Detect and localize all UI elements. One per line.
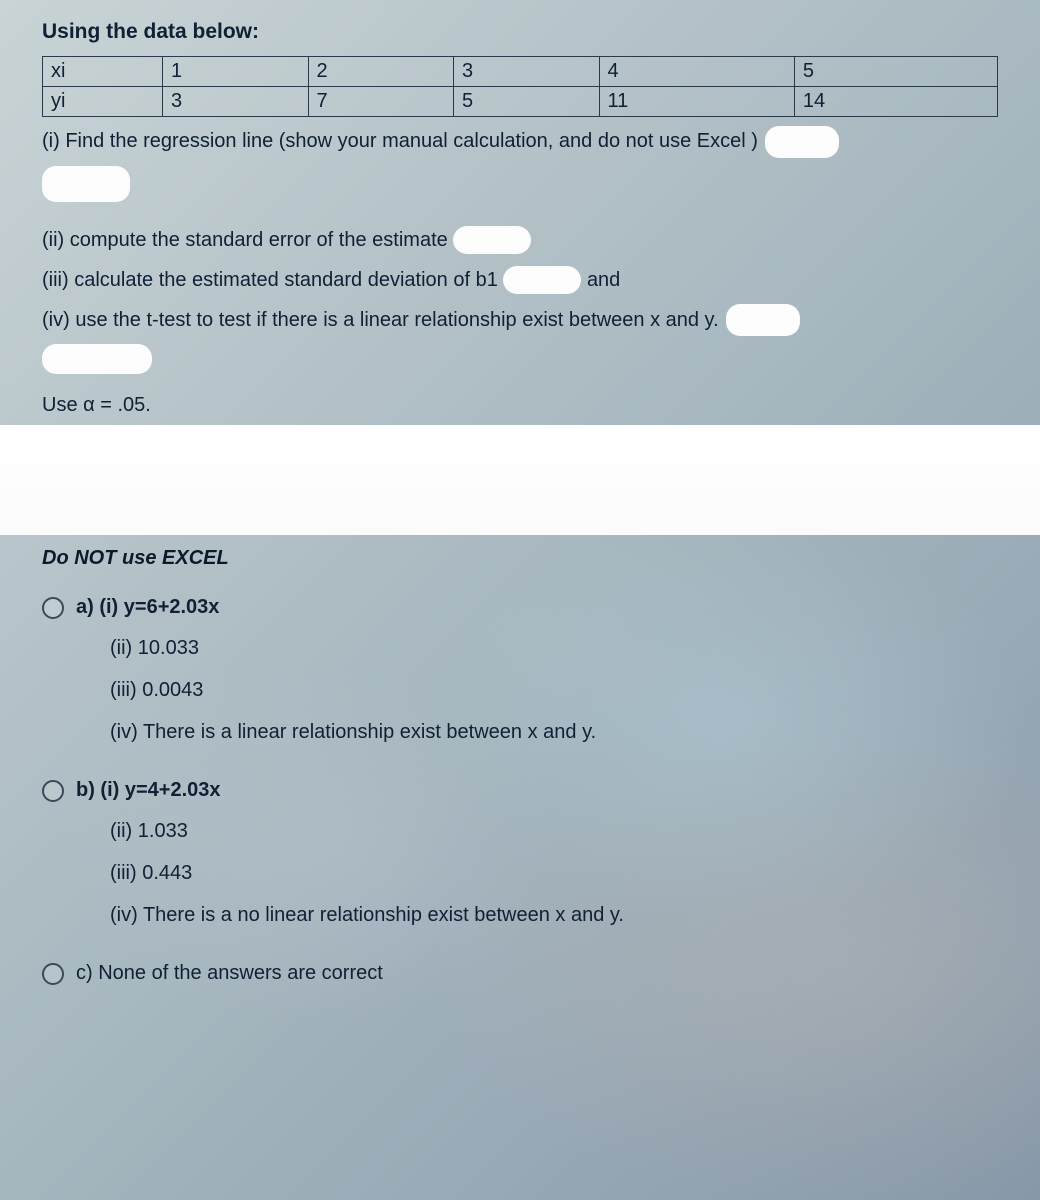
prompt-i: (i) Find the regression line (show your … (42, 125, 998, 158)
redaction-icon (765, 126, 839, 158)
row-label: xi (43, 57, 163, 87)
prompt-iv-text: (iv) use the t-test to test if there is … (42, 309, 719, 331)
row-label: yi (43, 87, 163, 117)
option-b: b) (i) y=4+2.03x (ii) 1.033 (iii) 0.443 … (42, 779, 998, 934)
redaction-icon (42, 344, 152, 374)
prompt-iii: (iii) calculate the estimated standard d… (42, 264, 998, 296)
option-a-ii: (ii) 10.033 (110, 629, 998, 667)
prompt-iii-text-b: and (587, 269, 620, 291)
prompt-ii-text: (ii) compute the standard error of the e… (42, 229, 448, 251)
option-b-ii: (ii) 1.033 (110, 812, 998, 850)
blank-region (0, 425, 1040, 535)
option-b-label: b) (i) y=4+2.03x (76, 779, 221, 802)
option-b-sub: (ii) 1.033 (iii) 0.443 (iv) There is a n… (110, 812, 998, 934)
alpha-text: Use α = .05. (42, 394, 998, 417)
cell: 7 (308, 87, 454, 117)
cell: 5 (794, 57, 997, 87)
prompt-iv: (iv) use the t-test to test if there is … (42, 304, 998, 337)
cell: 3 (163, 87, 309, 117)
prompt-iii-text-a: (iii) calculate the estimated standard d… (42, 269, 498, 291)
cell: 11 (599, 87, 794, 117)
cell: 2 (308, 57, 454, 87)
cell: 3 (454, 57, 600, 87)
data-table: xi 1 2 3 4 5 yi 3 7 5 11 14 (42, 56, 998, 117)
option-c: c) None of the answers are correct (42, 962, 998, 985)
cell: 1 (163, 57, 309, 87)
option-a-label: a) (i) y=6+2.03x (76, 596, 219, 619)
option-a-iii: (iii) 0.0043 (110, 671, 998, 709)
cell: 14 (794, 87, 997, 117)
cell: 5 (454, 87, 600, 117)
radio-a[interactable] (42, 597, 64, 619)
redaction-icon (42, 166, 130, 202)
prompt-ii: (ii) compute the standard error of the e… (42, 224, 998, 256)
table-row: yi 3 7 5 11 14 (43, 87, 998, 117)
cell: 4 (599, 57, 794, 87)
option-a-sub: (ii) 10.033 (iii) 0.0043 (iv) There is a… (110, 629, 998, 751)
option-b-iii: (iii) 0.443 (110, 854, 998, 892)
radio-b[interactable] (42, 780, 64, 802)
no-excel-text: Do NOT use EXCEL (42, 547, 998, 570)
option-a: a) (i) y=6+2.03x (ii) 10.033 (iii) 0.004… (42, 596, 998, 751)
intro-text: Using the data below: (42, 20, 998, 44)
option-a-iv: (iv) There is a linear relationship exis… (110, 713, 998, 751)
prompt-i-text: (i) Find the regression line (show your … (42, 130, 758, 152)
radio-c[interactable] (42, 963, 64, 985)
redaction-icon (726, 304, 800, 336)
redaction-icon (503, 266, 581, 294)
option-c-label: c) None of the answers are correct (76, 962, 383, 985)
question-page: Using the data below: xi 1 2 3 4 5 yi 3 … (0, 0, 1040, 1015)
redaction-icon (453, 226, 531, 254)
option-a-head: a) (i) y=6+2.03x (42, 596, 998, 619)
table-row: xi 1 2 3 4 5 (43, 57, 998, 87)
option-b-iv: (iv) There is a no linear relationship e… (110, 896, 998, 934)
option-b-head: b) (i) y=4+2.03x (42, 779, 998, 802)
